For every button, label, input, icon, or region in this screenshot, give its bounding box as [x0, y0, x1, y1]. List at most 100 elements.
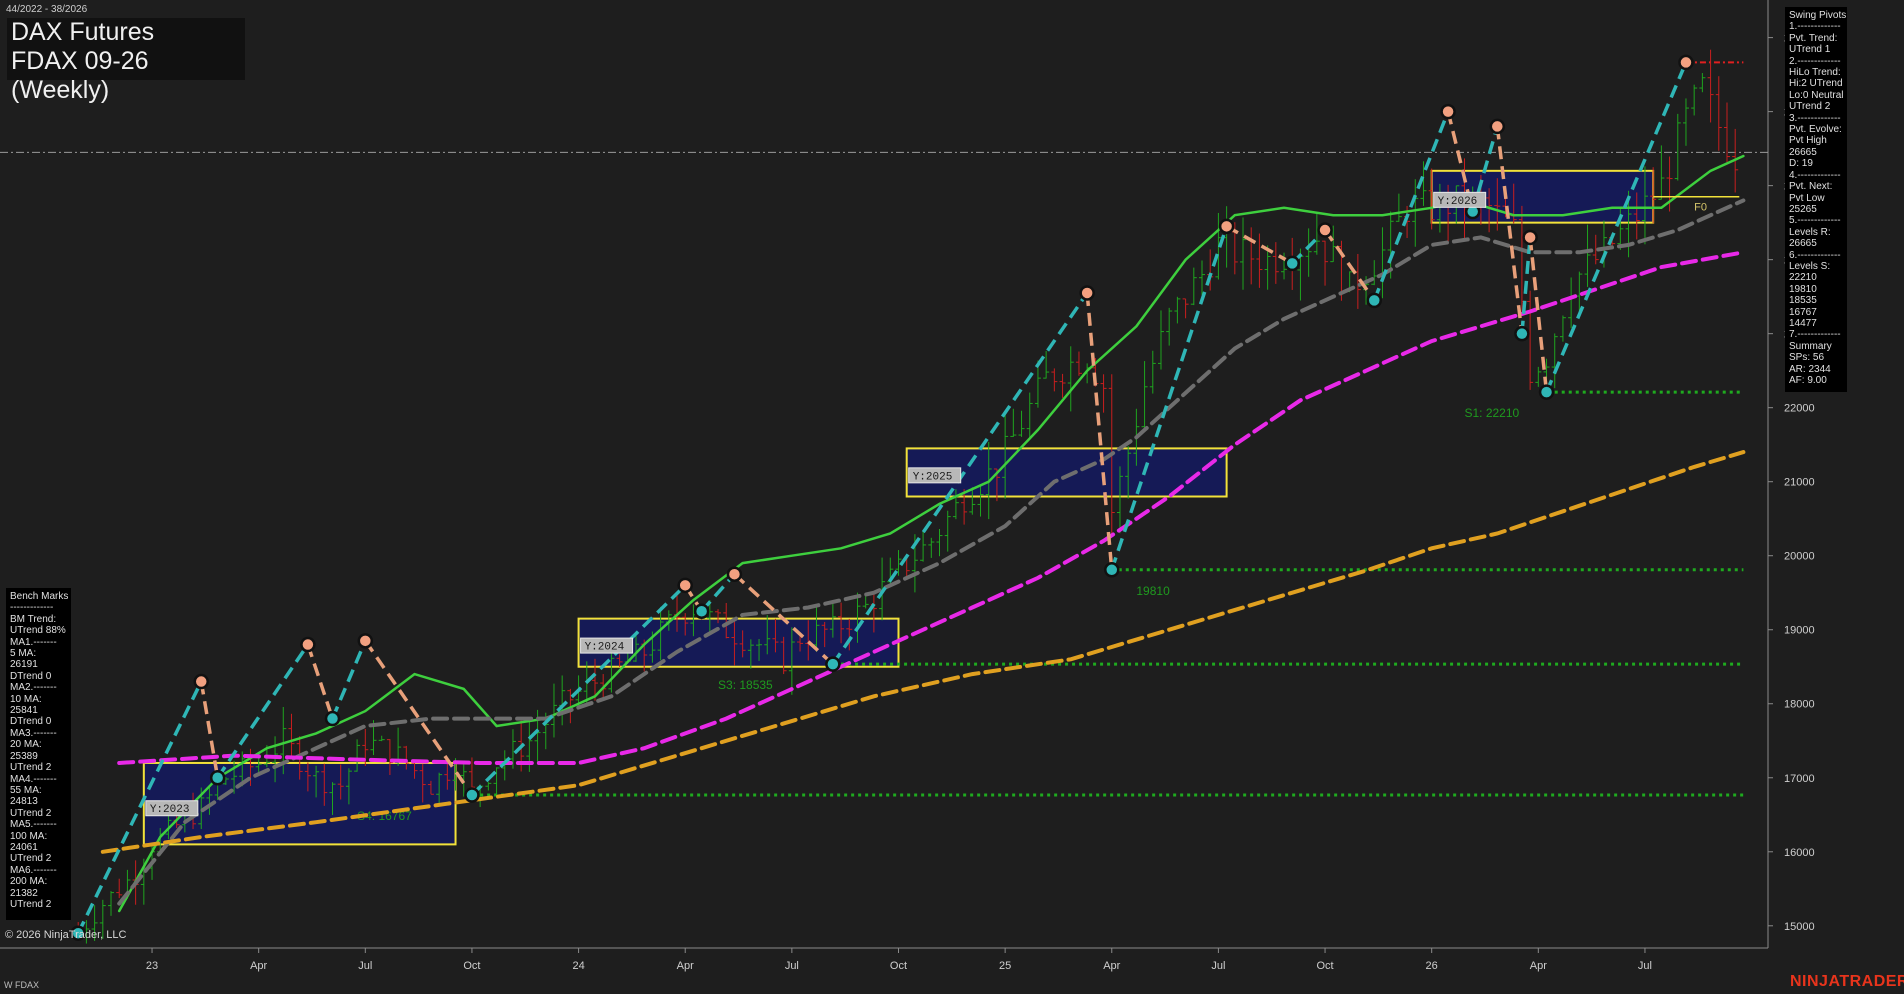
yearly-zone-label: Y:2025: [913, 471, 953, 483]
time-tick-label: Apr: [1103, 960, 1120, 972]
panel-line: Pvt Low: [1789, 192, 1825, 204]
time-tick-label: Oct: [1316, 960, 1333, 972]
price-tick-label: 19000: [1784, 625, 1815, 637]
panel-line: DTrend 0: [10, 716, 52, 728]
panel-line: Levels R:: [1789, 226, 1831, 238]
yearly-open-label: F0: [1694, 202, 1707, 214]
panel-line: Bench Marks: [10, 591, 69, 602]
panel-line: HiLo Trend:: [1789, 67, 1841, 79]
panel-line: UTrend 2: [10, 853, 52, 865]
panel-line: Lo:0 Neutral: [1789, 89, 1844, 101]
yearly-zone-label: Y:2023: [150, 804, 190, 816]
panel-line: 24061: [10, 841, 38, 853]
panel-line: Hi:2 UTrend: [1789, 78, 1843, 90]
panel-line: 26665: [1789, 146, 1817, 158]
price-tick-label: 20000: [1784, 551, 1815, 563]
panel-line: 14477: [1789, 317, 1817, 329]
panel-line: Summary: [1789, 340, 1832, 352]
symbol-label: W FDAX: [4, 980, 39, 990]
time-tick-label: Jul: [785, 960, 799, 972]
panel-line: 200 MA:: [10, 876, 48, 888]
panel-line: UTrend 2: [10, 807, 52, 819]
swing-high-marker: [1489, 118, 1506, 135]
time-tick-label: 26: [1426, 960, 1438, 972]
panel-line: MA2.-------: [10, 682, 57, 694]
swing-low-marker: [324, 710, 341, 727]
panel-line: MA5.-------: [10, 819, 57, 831]
swing-low-marker: [1514, 325, 1530, 342]
copyright-text: © 2026 NinjaTrader, LLC: [5, 929, 127, 941]
time-tick-label: Jul: [1211, 960, 1225, 972]
panel-line: 55 MA:: [10, 784, 42, 796]
yearly-zone-label: Y:2024: [585, 642, 625, 654]
time-tick-label: 25: [999, 960, 1011, 972]
price-chart[interactable]: S1: 2221019810S3: 18535S4: 16767 Y:2023Y…: [0, 0, 1904, 994]
panel-line: MA3.-------: [10, 727, 57, 739]
panel-line: 6.-------------: [1789, 249, 1841, 261]
panel-line: 19810: [1789, 283, 1817, 295]
panel-line: UTrend 1: [1789, 44, 1831, 56]
panel-line: 25389: [10, 750, 38, 762]
swing-low-marker: [1104, 562, 1120, 578]
yearly-zone-label: Y:2026: [1438, 196, 1478, 208]
panel-line: -------------: [10, 602, 54, 614]
time-tick-label: 24: [572, 960, 584, 972]
panel-line: SPs: 56: [1789, 352, 1825, 364]
swing-high-marker: [1317, 222, 1333, 238]
swing-low-marker: [464, 787, 480, 803]
swing-high-marker: [300, 636, 316, 653]
panel-line: Pvt. Next:: [1789, 181, 1833, 193]
swing-high-marker: [1218, 218, 1235, 235]
panel-line: 100 MA:: [10, 830, 48, 842]
panel-line: 4.-------------: [1789, 169, 1841, 181]
panel-line: Pvt High: [1789, 135, 1827, 147]
panel-line: 25265: [1789, 203, 1817, 215]
panel-line: MA6.-------: [10, 864, 57, 876]
panel-line: UTrend 2: [10, 762, 52, 774]
swing-high-marker: [1440, 103, 1456, 120]
time-axis-background: [6, 948, 1768, 982]
swing-low-marker: [693, 603, 710, 619]
panel-line: 7.-------------: [1789, 329, 1841, 341]
panel-line: AF: 9.00: [1789, 375, 1827, 386]
chart-title-box: DAX Futures FDAX 09-26 (Weekly): [7, 18, 245, 104]
panel-line: 26191: [10, 659, 38, 671]
date-range-label: 44/2022 - 38/2026: [6, 4, 88, 15]
swing-low-marker: [825, 656, 841, 672]
ninjatrader-logo: NINJATRADER: [1790, 973, 1904, 990]
swing-high-marker: [1522, 229, 1538, 246]
panel-line: 24813: [10, 796, 38, 808]
swing-low-marker: [1366, 292, 1383, 309]
instrument-name: DAX Futures: [11, 18, 155, 46]
price-tick-label: 15000: [1784, 921, 1815, 933]
support-level-label: S1: 22210: [1464, 406, 1519, 420]
time-tick-label: Apr: [1530, 960, 1547, 972]
panel-line: 21382: [10, 887, 38, 899]
panel-line: UTrend 88%: [10, 625, 66, 637]
panel-line: 5 MA:: [10, 648, 37, 660]
panel-line: 16767: [1789, 306, 1817, 318]
support-level-label: S3: 18535: [718, 678, 773, 692]
panel-line: MA1.-------: [10, 636, 57, 648]
panel-line: D: 19: [1789, 158, 1813, 170]
panel-line: 5.-------------: [1789, 215, 1841, 227]
panel-line: 1.-------------: [1789, 21, 1841, 33]
swing-high-marker: [357, 633, 374, 649]
time-tick-label: Apr: [250, 960, 267, 972]
panel-line: 20 MA:: [10, 739, 42, 751]
panel-line: 22210: [1789, 272, 1817, 284]
panel-line: 10 MA:: [10, 693, 42, 705]
price-tick-label: 21000: [1784, 477, 1815, 489]
price-tick-label: 16000: [1784, 847, 1815, 859]
swing-high-marker: [677, 577, 693, 594]
support-level-label: 19810: [1136, 584, 1170, 598]
swing-high-marker: [1079, 285, 1095, 301]
bench-marks-panel: Bench Marks ------------- BM Trend: UTrend …: [6, 588, 71, 920]
panel-line: UTrend 2: [10, 898, 52, 910]
price-tick-label: 22000: [1784, 403, 1815, 415]
time-tick-label: Jul: [1638, 960, 1652, 972]
panel-line: UTrend 2: [1789, 101, 1831, 113]
panel-line: MA4.-------: [10, 773, 57, 785]
panel-line: 26665: [1789, 238, 1817, 250]
panel-line: 2.-------------: [1789, 55, 1841, 67]
